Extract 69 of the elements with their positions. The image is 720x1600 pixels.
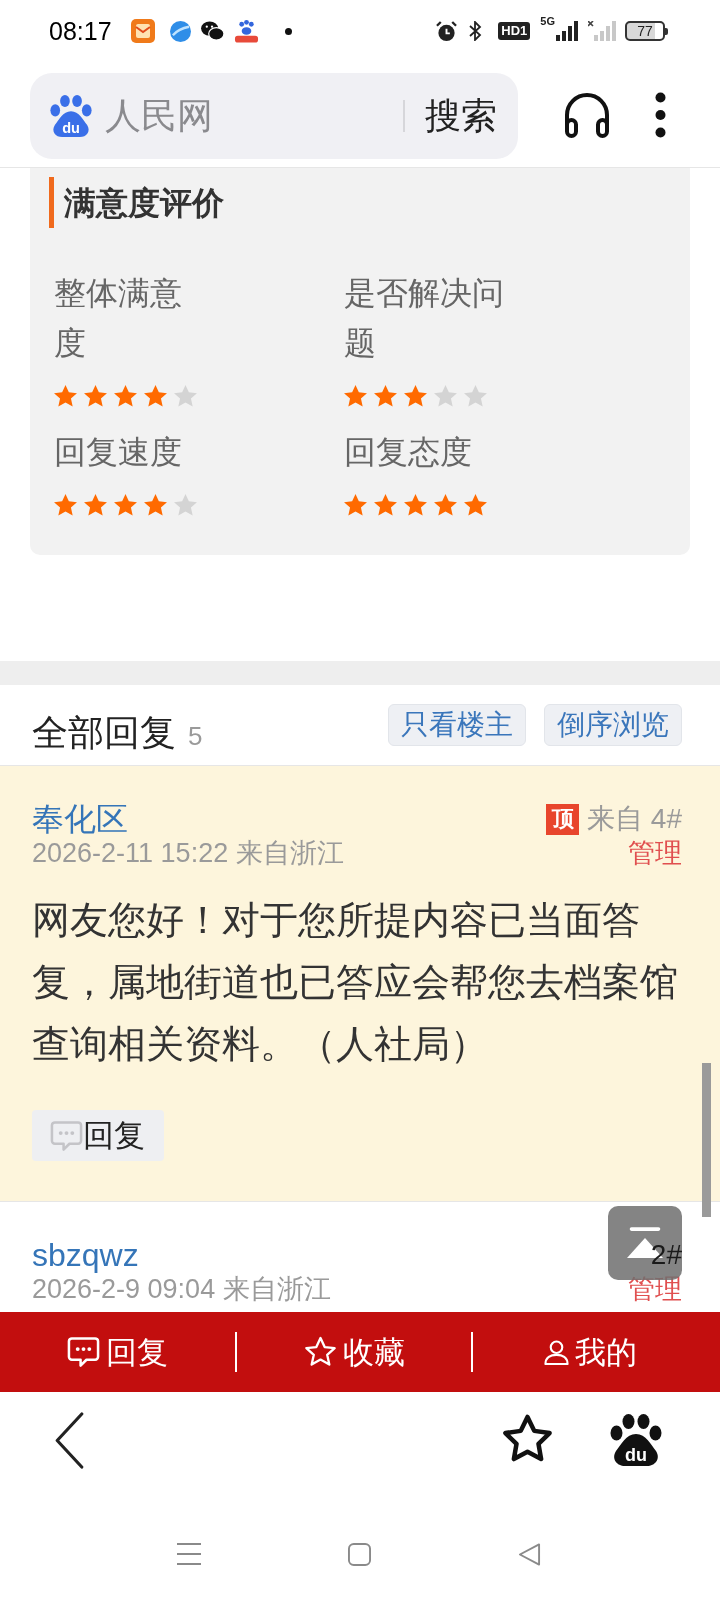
signal-icon	[556, 21, 578, 41]
star-icon	[144, 385, 167, 407]
author-name[interactable]: sbzqwz	[32, 1235, 331, 1275]
address-bar[interactable]: du 人民网 搜索	[30, 73, 518, 159]
rating-label: 回复速度	[54, 433, 183, 472]
star-icon	[54, 385, 77, 407]
clock-time: 08:17	[49, 18, 112, 44]
alarm-clock-icon	[436, 20, 458, 42]
star-icon	[404, 385, 427, 407]
star-icon	[84, 385, 107, 407]
star-icon	[344, 385, 367, 407]
more-icon[interactable]	[655, 92, 666, 138]
bluetooth-icon	[469, 21, 483, 41]
reply-text: 网友您好！对于您所提内容已当面答复，属地街道也已答应会帮您去档案馆查询相关资料。（人社局）	[32, 898, 679, 1067]
chat-bubble-icon	[66, 1336, 100, 1368]
rating-label: 整体满意度	[54, 274, 183, 363]
star-icon	[464, 385, 487, 407]
action-button[interactable]: 收藏	[303, 1336, 405, 1368]
top-badge: 顶	[546, 803, 580, 835]
battery-indicator: 77	[625, 21, 668, 41]
signal-off-icon	[588, 21, 616, 41]
star-icon	[114, 494, 137, 516]
post-time: 2026-2-11 15:22 来自浙江	[32, 839, 344, 867]
rating-label: 回复态度	[344, 433, 473, 472]
envelope-app-icon	[130, 19, 155, 43]
chat-bubbles-icon	[200, 21, 224, 41]
globe-app-icon	[169, 20, 191, 42]
action-button[interactable]: 回复	[66, 1336, 168, 1368]
person-icon	[544, 1339, 570, 1365]
star-icon	[404, 494, 427, 516]
floor-label: 来自 4#	[587, 805, 682, 833]
headphones-icon[interactable]	[563, 91, 611, 139]
search-button[interactable]: 搜索	[425, 98, 497, 134]
menu-icon[interactable]	[177, 1542, 201, 1566]
back-triangle-icon[interactable]	[518, 1542, 541, 1566]
manage-link[interactable]: 管理	[628, 839, 682, 867]
star-icon	[374, 385, 397, 407]
star-outline-icon	[303, 1336, 337, 1368]
star-icon	[54, 494, 77, 516]
paw-app-icon	[233, 19, 259, 43]
section-title: 全部回复	[32, 715, 176, 751]
manage-link[interactable]: 管理	[628, 1275, 682, 1303]
floor-label: 2#	[650, 1241, 682, 1269]
star-icon	[144, 494, 167, 516]
filter-button[interactable]: 只看楼主	[388, 704, 526, 746]
filter-button[interactable]: 倒序浏览	[544, 704, 682, 746]
star-icon	[434, 385, 457, 407]
star-icon	[434, 494, 457, 516]
star-icon	[114, 385, 137, 407]
network-type-label: 5G	[540, 16, 555, 27]
star-icon	[174, 385, 197, 407]
star-icon	[344, 494, 367, 516]
action-button[interactable]: 我的	[544, 1336, 638, 1368]
panel-title: 满意度评价	[64, 186, 224, 219]
home-square-icon[interactable]	[348, 1542, 371, 1566]
star-icon	[174, 494, 197, 516]
star-icon	[374, 494, 397, 516]
dot-icon	[284, 27, 292, 35]
reply-button[interactable]: 回复	[32, 1110, 164, 1161]
reply-count: 5	[188, 723, 203, 749]
rating-label: 是否解决问题	[344, 274, 505, 363]
star-icon	[464, 494, 487, 516]
page-title: 人民网	[105, 98, 213, 134]
hd-badge: HD1	[498, 22, 531, 40]
back-icon[interactable]	[54, 1411, 84, 1469]
speech-bubble-icon	[50, 1119, 83, 1152]
post-time: 2026-2-9 09:04 来自浙江	[32, 1275, 331, 1303]
author-name[interactable]: 奉化区	[32, 799, 344, 839]
star-icon	[84, 494, 107, 516]
